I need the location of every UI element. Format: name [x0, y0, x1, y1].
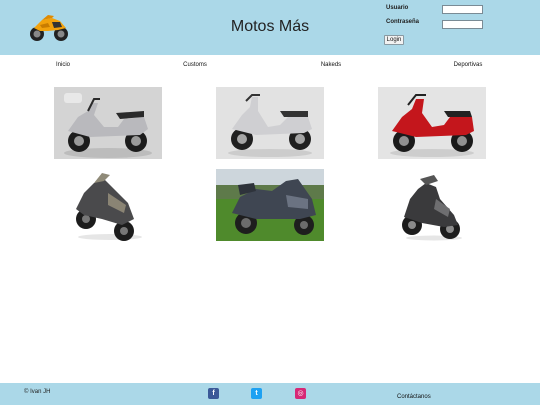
copyright-text: © Ivan JH — [24, 389, 51, 395]
site-footer: © Ivan JH f t ◎ Contáctanos — [0, 383, 540, 405]
site-header: Motos Más Usuario Contraseña Login — [0, 0, 540, 55]
instagram-icon[interactable]: ◎ — [295, 388, 306, 399]
username-label: Usuario — [386, 5, 409, 11]
twitter-icon[interactable]: t — [251, 388, 262, 399]
scooter-photo-5[interactable] — [216, 169, 324, 241]
nav-item-deportivas[interactable]: Deportivas — [454, 62, 483, 68]
nav-item-inicio[interactable]: Inicio — [56, 62, 70, 68]
facebook-icon[interactable]: f — [208, 388, 219, 399]
nav-item-nakeds[interactable]: Nakeds — [321, 62, 341, 68]
scooter-photo-1[interactable] — [54, 87, 162, 159]
scooter-photo-4[interactable] — [54, 169, 162, 241]
username-input[interactable] — [442, 5, 483, 14]
password-label: Contraseña — [386, 19, 420, 25]
login-button[interactable]: Login — [384, 35, 404, 45]
password-input[interactable] — [442, 20, 483, 29]
contact-link[interactable]: Contáctanos — [397, 394, 431, 400]
scooter-photo-6[interactable] — [378, 169, 486, 241]
nav-item-customs[interactable]: Customs — [183, 62, 207, 68]
scooter-photo-3[interactable] — [378, 87, 486, 159]
scooter-photo-2[interactable] — [216, 87, 324, 159]
